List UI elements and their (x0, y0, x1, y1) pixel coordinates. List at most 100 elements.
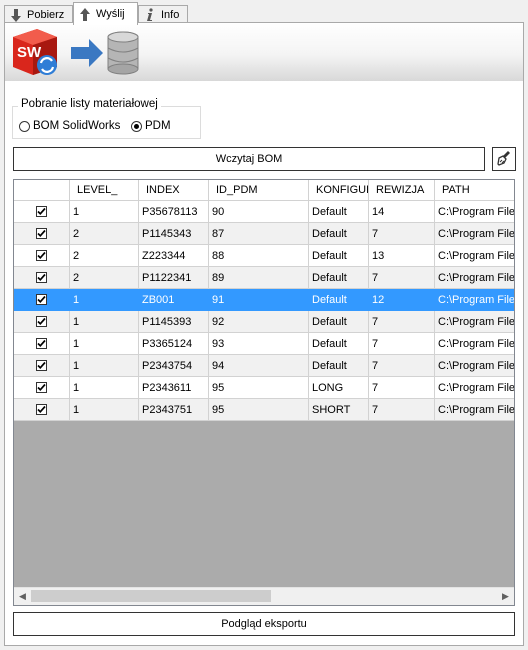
radio-circle[interactable] (131, 120, 142, 132)
col-header-id-pdm[interactable]: ID_PDM (209, 180, 309, 201)
cell-index[interactable]: P2343754 (139, 355, 209, 377)
cell-path[interactable]: C:\Program File (435, 289, 514, 311)
cell-id-pdm[interactable]: 93 (209, 333, 309, 355)
cell-path[interactable]: C:\Program File (435, 201, 514, 223)
cell-id-pdm[interactable]: 95 (209, 399, 309, 421)
cell-revision[interactable]: 13 (369, 245, 435, 267)
cell-index[interactable]: Z223344 (139, 245, 209, 267)
table-row[interactable]: 1 P35678113 90 Default 14 C:\Program File (14, 201, 514, 223)
table-row[interactable]: 1 P3365124 93 Default 7 C:\Program File (14, 333, 514, 355)
col-header-config[interactable]: KONFIGUR (309, 180, 369, 201)
table-row[interactable]: 2 Z223344 88 Default 13 C:\Program File (14, 245, 514, 267)
cell-config[interactable]: Default (309, 289, 369, 311)
cell-level[interactable]: 1 (70, 355, 139, 377)
cell-config[interactable]: Default (309, 223, 369, 245)
horizontal-scrollbar[interactable]: ◀ ▶ (14, 587, 514, 605)
cell-path[interactable]: C:\Program File (435, 267, 514, 289)
cell-check[interactable] (14, 399, 70, 421)
bom-table[interactable]: LEVEL_ INDEX ID_PDM KONFIGUR REWIZJA PAT… (13, 179, 515, 606)
cell-check[interactable] (14, 267, 70, 289)
cell-level[interactable]: 2 (70, 245, 139, 267)
cell-id-pdm[interactable]: 88 (209, 245, 309, 267)
cell-path[interactable]: C:\Program File (435, 399, 514, 421)
scroll-right-icon[interactable]: ▶ (497, 588, 514, 605)
row-checkbox[interactable] (36, 294, 47, 305)
cell-id-pdm[interactable]: 95 (209, 377, 309, 399)
cell-revision[interactable]: 7 (369, 333, 435, 355)
export-preview-button[interactable]: Podgląd eksportu (13, 612, 515, 636)
cell-path[interactable]: C:\Program File (435, 355, 514, 377)
col-header-path[interactable]: PATH (435, 180, 514, 201)
row-checkbox[interactable] (36, 250, 47, 261)
radio-circle[interactable] (19, 120, 30, 132)
cell-path[interactable]: C:\Program File (435, 223, 514, 245)
cell-config[interactable]: Default (309, 311, 369, 333)
cell-config[interactable]: Default (309, 267, 369, 289)
row-checkbox[interactable] (36, 228, 47, 239)
cell-config[interactable]: SHORT (309, 399, 369, 421)
cell-level[interactable]: 1 (70, 289, 139, 311)
cell-path[interactable]: C:\Program File (435, 245, 514, 267)
cell-path[interactable]: C:\Program File (435, 311, 514, 333)
cell-check[interactable] (14, 355, 70, 377)
col-header-check[interactable] (14, 180, 70, 201)
clear-button[interactable] (492, 147, 516, 171)
cell-index[interactable]: P35678113 (139, 201, 209, 223)
table-row[interactable]: 1 P2343611 95 LONG 7 C:\Program File (14, 377, 514, 399)
cell-revision[interactable]: 12 (369, 289, 435, 311)
table-row[interactable]: 1 P2343751 95 SHORT 7 C:\Program File (14, 399, 514, 421)
cell-index[interactable]: P1145343 (139, 223, 209, 245)
row-checkbox[interactable] (36, 338, 47, 349)
cell-index[interactable]: P2343751 (139, 399, 209, 421)
cell-revision[interactable]: 7 (369, 399, 435, 421)
cell-check[interactable] (14, 201, 70, 223)
scroll-thumb[interactable] (31, 590, 271, 602)
cell-check[interactable] (14, 223, 70, 245)
cell-level[interactable]: 1 (70, 201, 139, 223)
radio-bom-solidworks[interactable]: BOM SolidWorks (19, 120, 120, 132)
cell-check[interactable] (14, 245, 70, 267)
table-row[interactable]: 1 ZB001 91 Default 12 C:\Program File (14, 289, 514, 311)
row-checkbox[interactable] (36, 382, 47, 393)
cell-level[interactable]: 1 (70, 399, 139, 421)
cell-revision[interactable]: 14 (369, 201, 435, 223)
cell-path[interactable]: C:\Program File (435, 377, 514, 399)
col-header-revision[interactable]: REWIZJA (369, 180, 435, 201)
cell-check[interactable] (14, 311, 70, 333)
cell-check[interactable] (14, 333, 70, 355)
cell-config[interactable]: Default (309, 245, 369, 267)
cell-id-pdm[interactable]: 90 (209, 201, 309, 223)
cell-revision[interactable]: 7 (369, 377, 435, 399)
cell-check[interactable] (14, 289, 70, 311)
cell-index[interactable]: P3365124 (139, 333, 209, 355)
cell-level[interactable]: 1 (70, 311, 139, 333)
cell-check[interactable] (14, 377, 70, 399)
tab-wyslij[interactable]: Wyślij (73, 2, 138, 25)
cell-id-pdm[interactable]: 87 (209, 223, 309, 245)
cell-config[interactable]: Default (309, 355, 369, 377)
cell-index[interactable]: ZB001 (139, 289, 209, 311)
col-header-level[interactable]: LEVEL_ (70, 180, 139, 201)
cell-id-pdm[interactable]: 89 (209, 267, 309, 289)
cell-index[interactable]: P2343611 (139, 377, 209, 399)
table-row[interactable]: 1 P2343754 94 Default 7 C:\Program File (14, 355, 514, 377)
table-row[interactable]: 1 P1145393 92 Default 7 C:\Program File (14, 311, 514, 333)
cell-revision[interactable]: 7 (369, 223, 435, 245)
row-checkbox[interactable] (36, 316, 47, 327)
cell-index[interactable]: P1122341 (139, 267, 209, 289)
row-checkbox[interactable] (36, 360, 47, 371)
cell-revision[interactable]: 7 (369, 355, 435, 377)
cell-revision[interactable]: 7 (369, 267, 435, 289)
col-header-index[interactable]: INDEX (139, 180, 209, 201)
cell-level[interactable]: 2 (70, 223, 139, 245)
radio-pdm[interactable]: PDM (131, 120, 171, 132)
cell-revision[interactable]: 7 (369, 311, 435, 333)
cell-id-pdm[interactable]: 91 (209, 289, 309, 311)
table-row[interactable]: 2 P1122341 89 Default 7 C:\Program File (14, 267, 514, 289)
cell-index[interactable]: P1145393 (139, 311, 209, 333)
cell-config[interactable]: Default (309, 201, 369, 223)
row-checkbox[interactable] (36, 272, 47, 283)
table-row[interactable]: 2 P1145343 87 Default 7 C:\Program File (14, 223, 514, 245)
cell-id-pdm[interactable]: 94 (209, 355, 309, 377)
row-checkbox[interactable] (36, 404, 47, 415)
